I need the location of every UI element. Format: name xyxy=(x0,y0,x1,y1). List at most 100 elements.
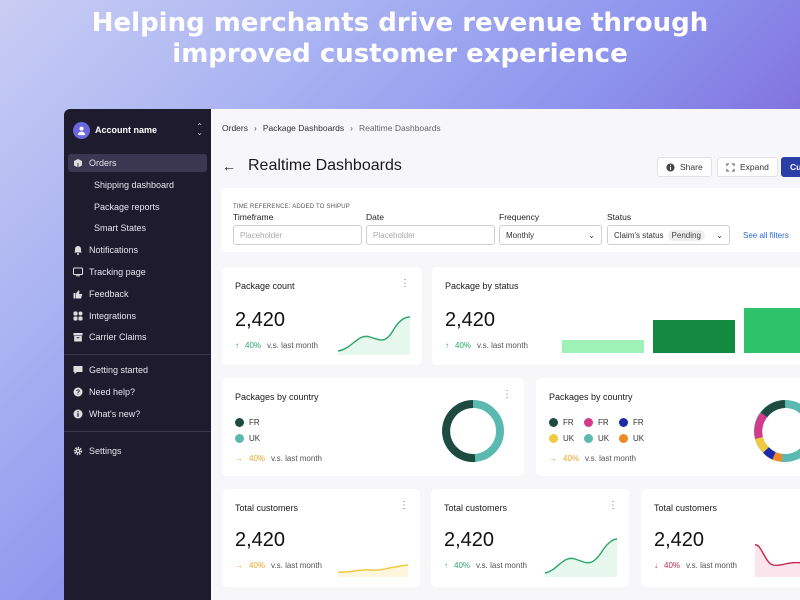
svg-text:?: ? xyxy=(76,390,80,397)
screen-icon xyxy=(73,267,83,277)
legend-swatch xyxy=(619,417,628,427)
sparkline-green xyxy=(544,538,618,577)
card-value: 2,420 xyxy=(445,309,496,331)
primary-button[interactable]: Cu xyxy=(781,157,800,177)
legend-label: FR xyxy=(633,417,644,427)
question-icon: ? xyxy=(73,387,83,397)
sidebar-item-label: Notifications xyxy=(89,245,139,256)
legend-swatch xyxy=(235,417,244,427)
sidebar-item-label: Integrations xyxy=(89,310,137,321)
chevron-updown-icon: ⌃ ⌄ xyxy=(196,122,203,137)
sparkline-green xyxy=(337,316,411,355)
arrow-down-icon: ↓ xyxy=(654,561,658,570)
date-label: Date xyxy=(366,212,384,222)
sidebar-item-label: Package reports xyxy=(94,201,160,212)
delta-value: 40% xyxy=(455,341,472,350)
archive-icon xyxy=(73,333,83,342)
sidebar-item-smart-states[interactable]: Smart States xyxy=(68,219,207,237)
card-title: Total customers xyxy=(235,503,299,513)
status-pill: Pending xyxy=(667,229,705,241)
sidebar-item-label: Shipping dashboard xyxy=(94,179,175,190)
packages-by-country-card: Packages by country ⋮ FR UK → 40% v.s. las… xyxy=(222,378,524,476)
account-switcher[interactable]: Account name ⌃ ⌄ xyxy=(64,109,211,149)
legend-label: UK xyxy=(633,433,645,443)
sidebar-item-package-reports[interactable]: Package reports xyxy=(68,198,207,216)
frequency-label: Frequency xyxy=(499,212,540,222)
kebab-menu-icon[interactable]: ⋮ xyxy=(399,501,409,511)
sidebar-item-carrier-claims[interactable]: Carrier Claims xyxy=(68,328,207,346)
sidebar-item-need-help[interactable]: ? Need help? xyxy=(68,383,207,401)
user-icon xyxy=(77,126,86,135)
card-value: 2,420 xyxy=(235,529,286,551)
card-title: Package by status xyxy=(445,281,519,291)
status-label: Status xyxy=(607,212,632,222)
gear-icon xyxy=(73,446,83,456)
share-button[interactable]: Share xyxy=(657,157,712,177)
card-delta: → 40% v.s. last month xyxy=(235,561,322,570)
bell-icon xyxy=(74,246,82,256)
arrow-up-icon: ↑ xyxy=(445,341,449,350)
legend-swatch xyxy=(549,417,558,427)
card-delta: ↑ 40% v.s. last month xyxy=(444,561,527,570)
total-customers-card-2: Total customers ⋮ 2,420 ↑ 40% v.s. last mo… xyxy=(431,489,629,587)
card-delta: ↑ 40% v.s. last month xyxy=(235,341,318,350)
status-bar-3 xyxy=(744,308,800,353)
chat-icon xyxy=(73,366,83,375)
account-name: Account name xyxy=(95,125,158,135)
chevron-right-icon: › xyxy=(253,123,257,133)
status-select[interactable]: Claim's status Pending ⌄ xyxy=(607,225,730,245)
status-value: Claim's status xyxy=(614,230,664,240)
legend-swatch xyxy=(235,433,244,443)
donut-chart-multi xyxy=(754,400,800,462)
sidebar-item-orders[interactable]: Orders xyxy=(68,154,207,172)
chevron-down-icon: ⌄ xyxy=(716,230,723,240)
breadcrumb-orders[interactable]: Orders xyxy=(222,123,248,133)
timeframe-label: Timeframe xyxy=(233,212,274,222)
packages-by-country-card-2: Packages by country FR FR FR UK UK UK → 4… xyxy=(536,378,800,476)
breadcrumb-package-dashboards[interactable]: Package Dashboards xyxy=(263,123,344,133)
arrow-right-icon: → xyxy=(235,454,243,463)
frequency-select[interactable]: Monthly ⌄ xyxy=(499,225,602,245)
delta-caption: v.s. last month xyxy=(585,454,636,463)
card-value: 2,420 xyxy=(654,529,705,551)
see-all-filters-link[interactable]: See all filters xyxy=(743,231,789,240)
delta-value: 40% xyxy=(245,341,262,350)
legend-label: UK xyxy=(563,433,575,443)
back-arrow-icon[interactable]: ← xyxy=(222,158,236,174)
sidebar-item-label: Feedback xyxy=(89,288,129,299)
sidebar-item-getting-started[interactable]: Getting started xyxy=(68,361,207,379)
package-status-card: Package by status 2,420 ↑ 40% v.s. last mo… xyxy=(432,267,800,365)
status-bar-2 xyxy=(653,320,735,353)
sidebar-item-integrations[interactable]: Integrations xyxy=(68,307,207,325)
expand-button[interactable]: Expand xyxy=(717,157,778,177)
sidebar-item-settings[interactable]: Settings xyxy=(68,442,207,460)
hero-heading: Helping merchants drive revenue through … xyxy=(0,8,800,70)
sidebar-item-shipping-dashboard[interactable]: Shipping dashboard xyxy=(68,176,207,194)
delta-value: 40% xyxy=(563,454,580,463)
sidebar-item-whats-new[interactable]: What's new? xyxy=(68,405,207,423)
sidebar-item-notifications[interactable]: Notifications xyxy=(68,241,207,259)
date-input[interactable]: Placeholder xyxy=(366,225,495,245)
chart-legend: FR FR FR UK UK UK xyxy=(549,414,659,446)
kebab-menu-icon[interactable]: ⋮ xyxy=(400,279,410,289)
share-label: Share xyxy=(680,162,703,172)
chevron-right-icon: › xyxy=(350,123,353,133)
sidebar-item-label: Settings xyxy=(89,445,122,456)
sidebar-item-tracking-page[interactable]: Tracking page xyxy=(68,263,207,281)
primary-label: Cu xyxy=(790,162,800,172)
card-delta: → 40% v.s. last month xyxy=(549,454,636,463)
chevron-down-icon: ⌄ xyxy=(588,230,595,240)
card-value: 2,420 xyxy=(235,309,286,331)
breadcrumb-current: Realtime Dashboards xyxy=(358,123,441,133)
kebab-menu-icon[interactable]: ⋮ xyxy=(608,501,618,511)
donut-chart xyxy=(442,400,504,463)
page-header: ← Realtime Dashboards xyxy=(222,157,402,175)
sidebar-item-feedback[interactable]: Feedback xyxy=(68,285,207,303)
delta-caption: v.s. last month xyxy=(476,561,527,570)
page-title: Realtime Dashboards xyxy=(248,157,402,174)
delta-caption: v.s. last month xyxy=(267,341,318,350)
timeframe-input[interactable]: Placeholder xyxy=(233,225,362,245)
app-window: Account name ⌃ ⌄ Orders Shipping dashboar… xyxy=(64,109,800,600)
card-title: Package count xyxy=(235,281,295,291)
chart-legend: FR UK xyxy=(235,414,260,446)
